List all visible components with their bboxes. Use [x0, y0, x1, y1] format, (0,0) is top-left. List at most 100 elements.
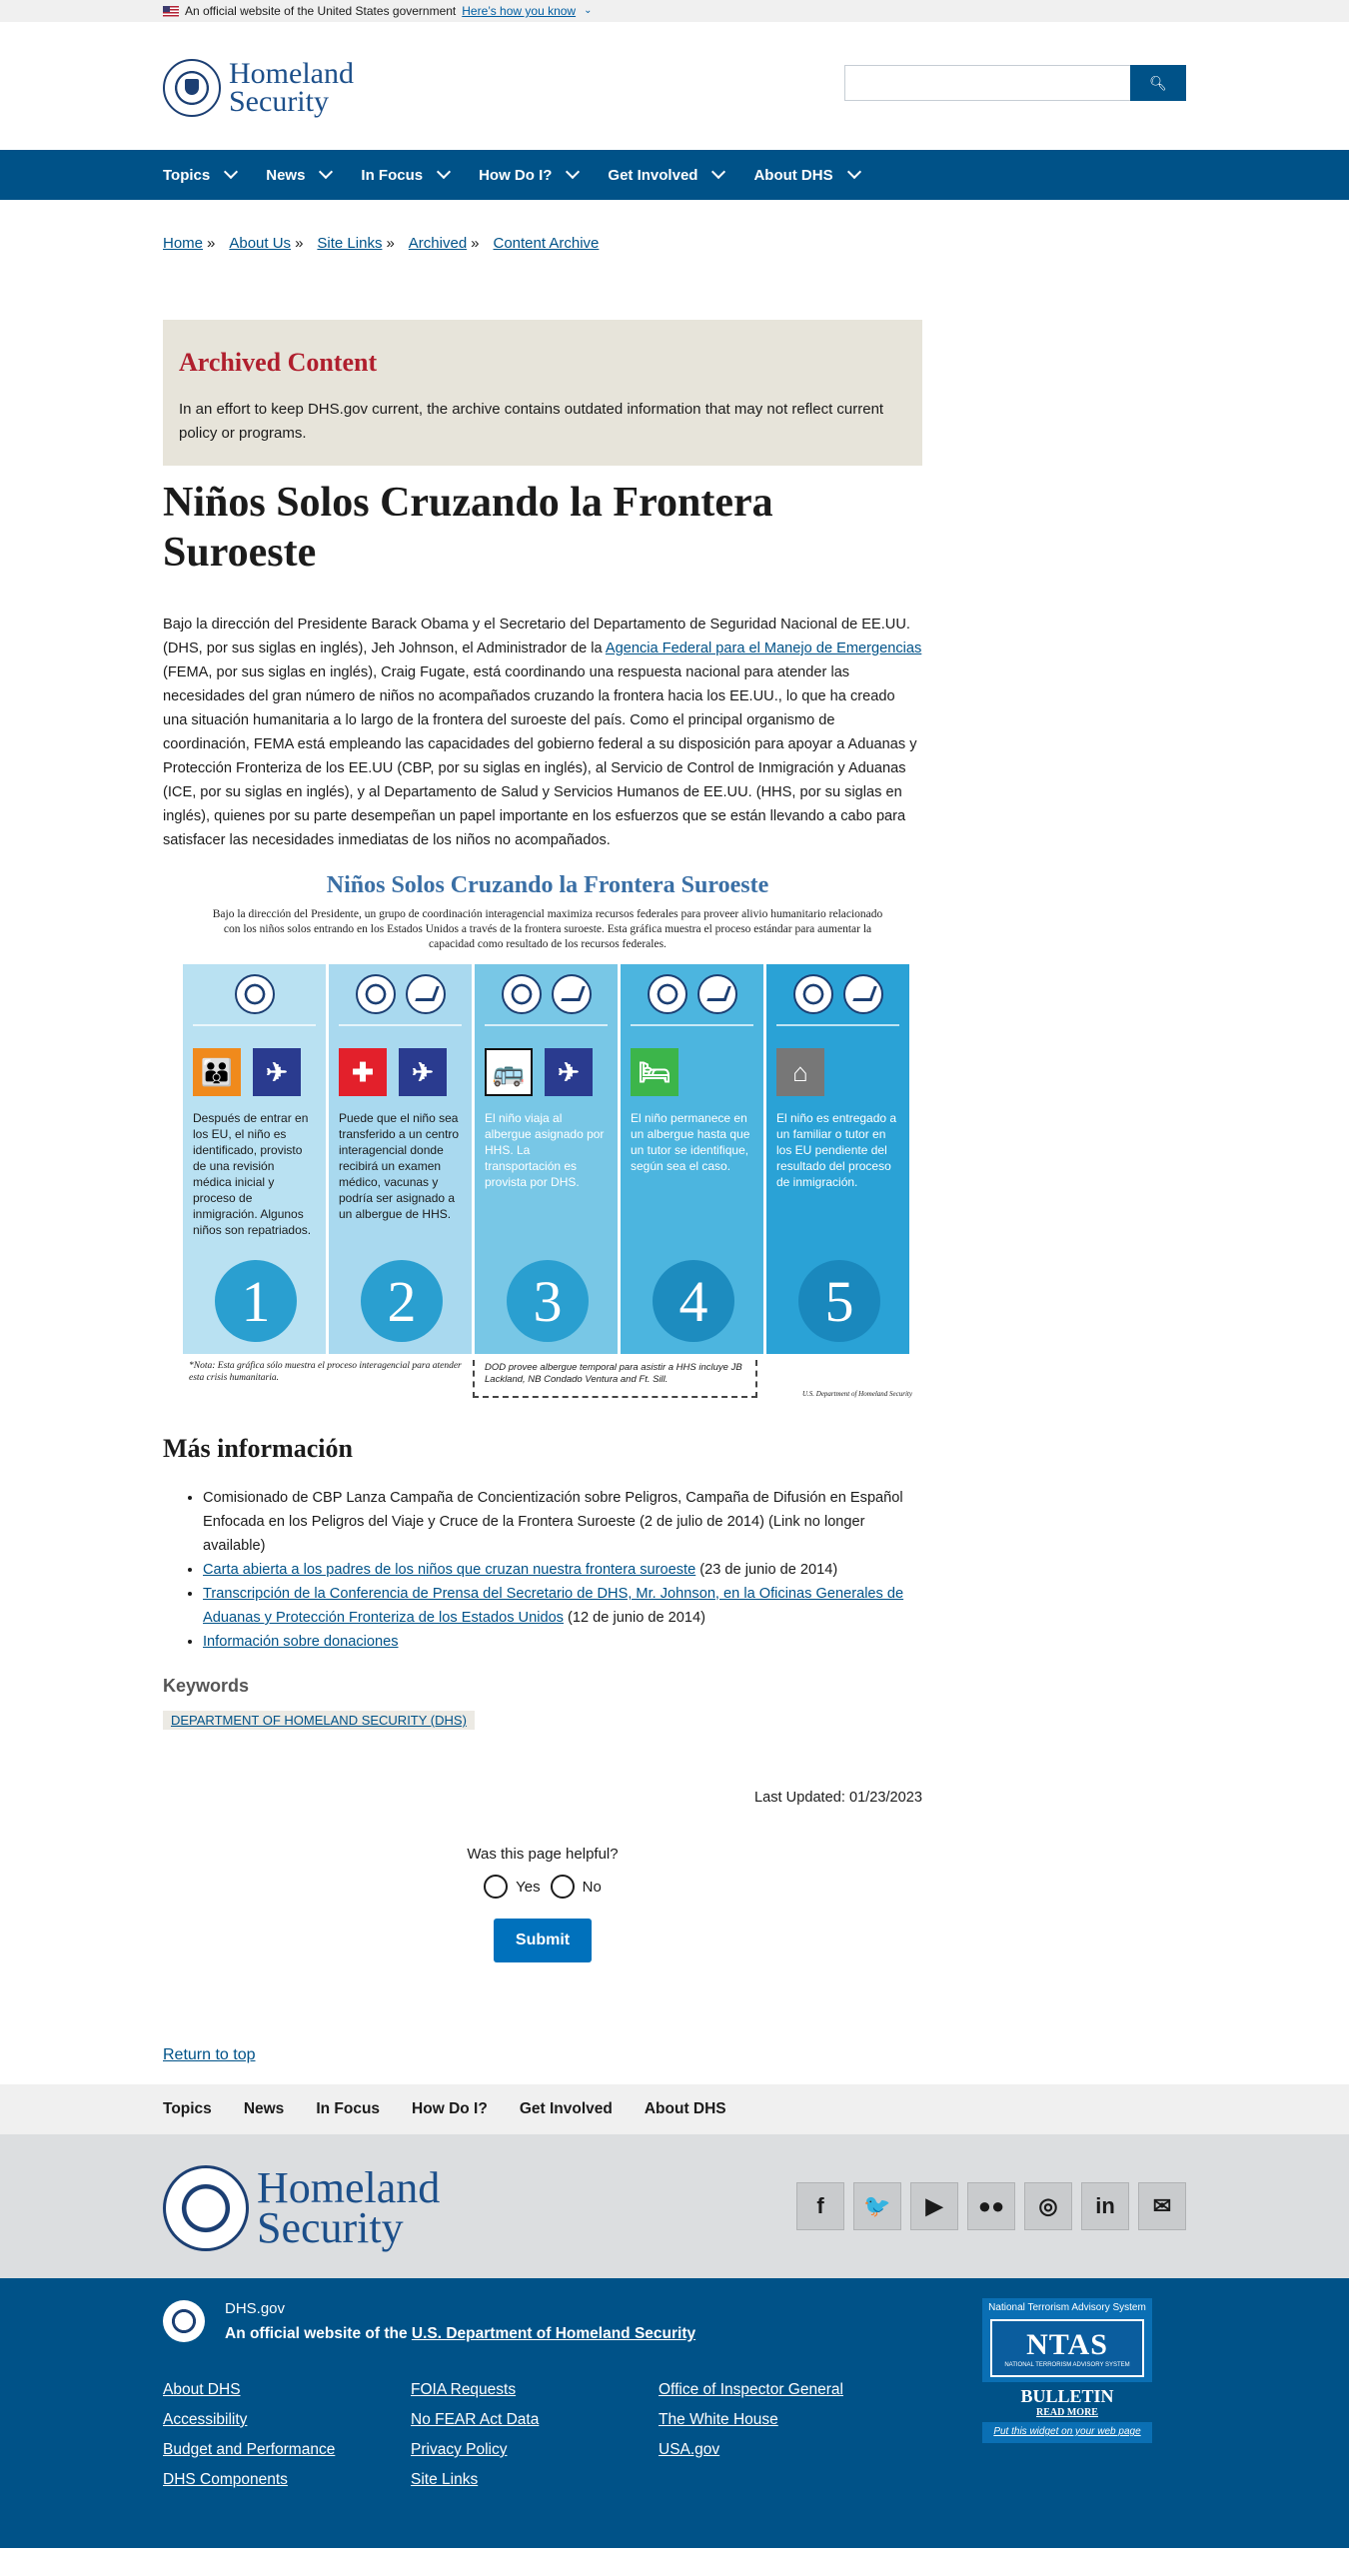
nav-item-how-do-i[interactable]: How Do I? — [479, 164, 581, 184]
breadcrumb-archived[interactable]: Archived — [409, 235, 467, 252]
dhs-seal-icon — [647, 974, 687, 1014]
step-number: 5 — [798, 1260, 880, 1342]
search-icon: 🔍︎ — [1149, 74, 1167, 91]
nav-item-news[interactable]: News — [266, 164, 334, 184]
chevron-down-icon — [566, 164, 581, 180]
breadcrumb-content-archive[interactable]: Content Archive — [494, 235, 600, 252]
flickr-icon[interactable]: ●● — [967, 2182, 1015, 2230]
last-updated: Last Updated: 01/23/2023 — [754, 1790, 922, 1806]
infographic-step: 👪 ✈ Después de entrar en los EU, el niño e… — [183, 964, 329, 1354]
dhs-seal-icon — [163, 59, 221, 117]
footer-link-budget[interactable]: Budget and Performance — [163, 2438, 411, 2462]
breadcrumb-site-links[interactable]: Site Links — [317, 235, 382, 252]
transcript-link[interactable]: Transcripción de la Conferencia de Prens… — [203, 1586, 903, 1626]
infographic-subtitle: Bajo la dirección del Presidente, un gru… — [212, 908, 883, 950]
open-letter-link[interactable]: Carta abierta a los padres de los niños … — [203, 1562, 695, 1578]
submit-button[interactable]: Submit — [494, 1919, 592, 1962]
footer-nav-news[interactable]: News — [244, 2100, 285, 2118]
footer-logo-line-1: Homeland — [257, 2163, 441, 2212]
more-info-list: Comisionado de CBP Lanza Campaña de Conc… — [203, 1486, 922, 1654]
nav-label: Get Involved — [608, 166, 698, 184]
nav-item-get-involved[interactable]: Get Involved — [608, 164, 726, 184]
breadcrumb-about-us[interactable]: About Us — [229, 235, 291, 252]
how-you-know-link[interactable]: Here’s how you know — [462, 0, 576, 22]
ntas-read-more-link[interactable]: READ MORE — [982, 2407, 1152, 2418]
infographic-credit: U.S. Department of Homeland Security — [801, 1390, 912, 1398]
footer-nav-how-do-i[interactable]: How Do I? — [412, 2100, 488, 2118]
dhs-logo[interactable]: Homeland Security — [163, 59, 354, 117]
ntas-small-text: NATIONAL TERRORISM ADVISORY SYSTEM — [1004, 2362, 1130, 2368]
ntas-widget-link[interactable]: Put this widget on your web page — [986, 2426, 1148, 2437]
search-input[interactable] — [844, 65, 1130, 101]
keyword-tag-link[interactable]: DEPARTMENT OF HOMELAND SECURITY (DHS) — [171, 1713, 467, 1728]
infographic-step: 🚌 ✈ El niño viaja al albergue asignado por… — [475, 964, 621, 1354]
list-item-text: Comisionado de CBP Lanza Campaña de Conc… — [203, 1490, 903, 1554]
dhs-seal-icon — [792, 974, 833, 1014]
step-number: 2 — [361, 1260, 443, 1342]
footer-nav-about-dhs[interactable]: About DHS — [645, 2100, 726, 2118]
step-text: El niño es entregado a un familiar o tut… — [776, 1111, 897, 1189]
nav-item-topics[interactable]: Topics — [163, 164, 239, 184]
footer-link-components[interactable]: DHS Components — [163, 2468, 411, 2492]
search-button[interactable]: 🔍︎ — [1130, 65, 1186, 101]
us-flag-icon — [163, 5, 179, 17]
nav-item-about-dhs[interactable]: About DHS — [753, 164, 861, 184]
chevron-down-icon[interactable]: ⌄ — [584, 0, 592, 22]
logo-line-1: Homeland — [229, 57, 354, 90]
breadcrumb: Home» About Us» Site Links» Archived» Co… — [163, 235, 1186, 252]
instagram-icon[interactable]: ◎ — [1024, 2182, 1072, 2230]
footer-link-white-house[interactable]: The White House — [659, 2408, 906, 2432]
ntas-widget[interactable]: National Terrorism Advisory System NTAS … — [982, 2298, 1152, 2443]
fema-link[interactable]: Agencia Federal para el Manejo de Emerge… — [606, 641, 921, 656]
footer-link-column: About DHS Accessibility Budget and Perfo… — [163, 2378, 411, 2492]
footer-link-oig[interactable]: Office of Inspector General — [659, 2378, 906, 2402]
email-icon[interactable]: ✉ — [1138, 2182, 1186, 2230]
footer-logo-line-2: Security — [257, 2203, 404, 2252]
chevron-down-icon — [224, 164, 239, 180]
footer-link-foia[interactable]: FOIA Requests — [411, 2378, 659, 2402]
footer-link-usa-gov[interactable]: USA.gov — [659, 2438, 906, 2462]
footer-nav-get-involved[interactable]: Get Involved — [520, 2100, 613, 2118]
footer-nav-topics[interactable]: Topics — [163, 2100, 212, 2118]
donations-link[interactable]: Información sobre donaciones — [203, 1634, 399, 1650]
agency-seals — [776, 964, 899, 1026]
footer-link-no-fear[interactable]: No FEAR Act Data — [411, 2408, 659, 2432]
return-to-top-link[interactable]: Return to top — [163, 2046, 256, 2063]
hhs-seal-icon — [842, 974, 883, 1014]
bed-icon: 🛏 — [631, 1048, 678, 1096]
social-links: f 🐦 ▶ ●● ◎ in ✉ — [796, 2182, 1186, 2230]
feedback-no-option[interactable]: No — [550, 1875, 602, 1899]
footer-link-column: FOIA Requests No FEAR Act Data Privacy P… — [411, 2378, 659, 2492]
footer-nav-in-focus[interactable]: In Focus — [316, 2100, 380, 2118]
breadcrumb-separator: » — [207, 235, 216, 252]
footer-link-site-links[interactable]: Site Links — [411, 2468, 659, 2492]
breadcrumb-home[interactable]: Home — [163, 235, 203, 252]
footer-link-accessibility[interactable]: Accessibility — [163, 2408, 411, 2432]
infographic-dod-note: DOD provee albergue temporal para asisti… — [473, 1360, 757, 1398]
dhs-official-link[interactable]: U.S. Department of Homeland Security — [412, 2325, 695, 2342]
footer-dhs-gov: DHS.gov — [225, 2300, 286, 2317]
youtube-icon[interactable]: ▶ — [910, 2182, 958, 2230]
dhs-seal-icon — [355, 974, 396, 1014]
footer-dhs-logo[interactable]: Homeland Security — [163, 2165, 440, 2251]
chevron-down-icon — [319, 164, 334, 180]
facebook-icon[interactable]: f — [796, 2182, 844, 2230]
footer-link-about-dhs[interactable]: About DHS — [163, 2378, 411, 2402]
nav-label: News — [266, 166, 306, 184]
radio-no[interactable] — [550, 1875, 575, 1899]
footer-nav: Topics News In Focus How Do I? Get Invol… — [0, 2084, 1349, 2134]
linkedin-icon[interactable]: in — [1081, 2182, 1129, 2230]
footer-link-column: Office of Inspector General The White Ho… — [659, 2378, 906, 2492]
keywords-heading: Keywords — [163, 1676, 250, 1696]
nav-label: About DHS — [753, 166, 833, 184]
nav-item-in-focus[interactable]: In Focus — [361, 164, 452, 184]
feedback-yes-option[interactable]: Yes — [484, 1875, 541, 1899]
footer-link-privacy[interactable]: Privacy Policy — [411, 2438, 659, 2462]
infographic-title: Niños Solos Cruzando la Frontera Suroest… — [326, 872, 769, 898]
footer-links: About DHS Accessibility Budget and Perfo… — [163, 2378, 906, 2492]
twitter-icon[interactable]: 🐦 — [853, 2182, 901, 2230]
radio-yes[interactable] — [484, 1875, 509, 1899]
no-label: No — [582, 1878, 602, 1896]
archived-heading: Archived Content — [179, 348, 378, 377]
step-number: 4 — [653, 1260, 734, 1342]
